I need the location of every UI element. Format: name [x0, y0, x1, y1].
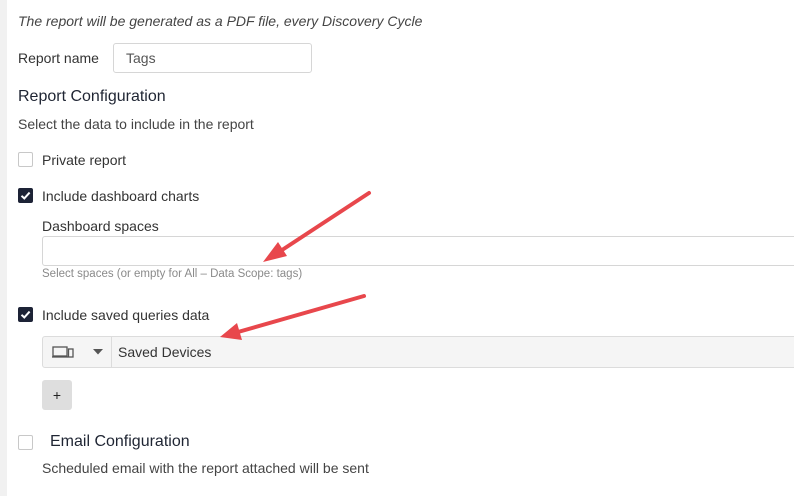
- devices-icon: [52, 346, 74, 358]
- checkmark-icon: [20, 310, 31, 319]
- email-configuration-subtitle: Scheduled email with the report attached…: [42, 460, 369, 476]
- report-name-input[interactable]: [113, 43, 312, 73]
- annotation-arrow: [220, 294, 366, 340]
- include-dashboard-charts-checkbox[interactable]: [18, 188, 33, 203]
- left-panel-edge: [0, 0, 7, 496]
- include-saved-queries-checkbox[interactable]: [18, 307, 33, 322]
- saved-query-select[interactable]: Saved Devices: [118, 344, 211, 360]
- checkmark-icon: [20, 191, 31, 200]
- email-configuration-checkbox[interactable]: [18, 435, 33, 450]
- add-query-button[interactable]: +: [42, 380, 72, 410]
- include-dashboard-charts-label: Include dashboard charts: [42, 188, 200, 204]
- dashboard-spaces-hint: Select spaces (or empty for All – Data S…: [42, 268, 303, 280]
- report-configuration-title: Report Configuration: [18, 88, 166, 105]
- report-configuration-subtitle: Select the data to include in the report: [18, 116, 254, 132]
- include-saved-queries-label: Include saved queries data: [42, 307, 210, 323]
- private-report-checkbox[interactable]: [18, 152, 33, 167]
- chevron-down-icon: [93, 349, 103, 355]
- report-pdf-note: The report will be generated as a PDF fi…: [18, 13, 423, 29]
- dashboard-spaces-label: Dashboard spaces: [42, 218, 159, 234]
- dashboard-spaces-input[interactable]: [42, 236, 794, 266]
- report-name-label: Report name: [18, 50, 99, 66]
- email-configuration-title: Email Configuration: [50, 433, 190, 450]
- private-report-label: Private report: [42, 152, 127, 168]
- saved-query-row: Saved Devices: [42, 336, 794, 368]
- entity-type-dropdown[interactable]: [43, 337, 112, 367]
